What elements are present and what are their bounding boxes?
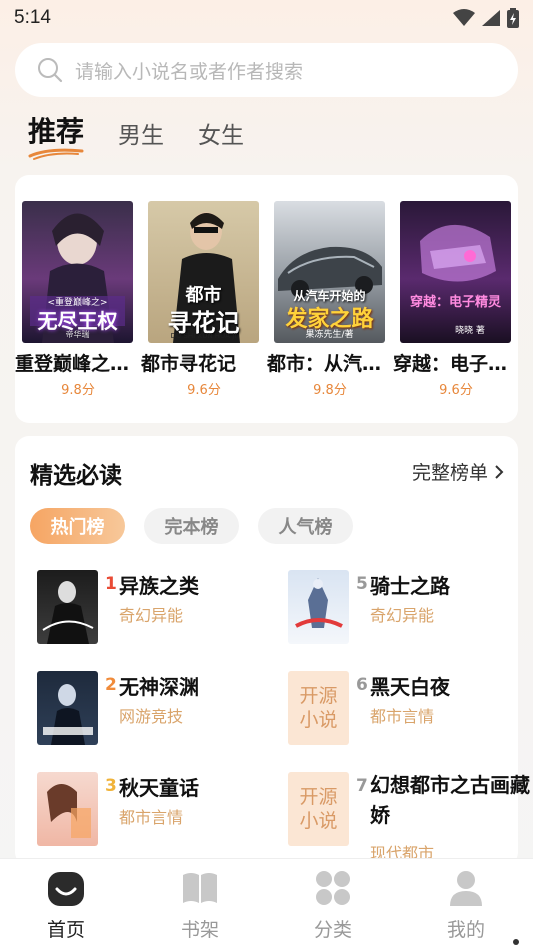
- wifi-icon: [453, 9, 475, 26]
- rank-item[interactable]: 1 异族之类 奇幻异能: [37, 570, 277, 650]
- profile-icon: [450, 871, 482, 906]
- rank-category: 网游竞技: [119, 707, 184, 726]
- rank-title: 黑天白夜: [370, 675, 450, 699]
- status-time: 5:14: [14, 7, 51, 28]
- rank-cover: [288, 570, 349, 644]
- book-cover: 从汽车开始的 发家之路 果冻先生/著: [274, 201, 385, 343]
- pill-completed[interactable]: 完本榜: [144, 508, 239, 544]
- rank-title: 无神深渊: [119, 675, 199, 699]
- tab-recommend[interactable]: 推荐: [28, 110, 84, 150]
- home-icon: [48, 872, 84, 906]
- cover-pinyin: DU SHI XUN HUA JI: [170, 332, 237, 340]
- tab-active-underline: [28, 148, 84, 160]
- book-item[interactable]: 穿越：电子精灵 晓晓 著 穿越：电子… 9.6分: [393, 201, 519, 398]
- section-title: 精选必读: [30, 463, 122, 489]
- pill-hot[interactable]: 热门榜: [30, 508, 125, 544]
- category-icon: [316, 871, 350, 905]
- search-icon: [38, 58, 63, 83]
- cover-author: 帝华瑞: [65, 330, 90, 339]
- book-score: 9.8分: [61, 383, 95, 398]
- rank-title: 幻想都市之古画藏娇: [370, 773, 530, 827]
- rank-category: 奇幻异能: [370, 606, 435, 625]
- search-bar[interactable]: 请输入小说名或者作者搜索: [15, 43, 518, 97]
- bookshelf-icon: [183, 873, 217, 903]
- rank-cover: 开源 小说: [288, 772, 349, 846]
- book-cover: 穿越：电子精灵 晓晓 著: [400, 201, 511, 343]
- rank-cover: [37, 671, 98, 745]
- chevron-right-icon: [495, 464, 504, 479]
- rank-item[interactable]: 开源 小说 7 幻想都市之古画藏娇 现代都市: [288, 772, 530, 863]
- battery-icon: [507, 8, 519, 28]
- nav-home-label: 首页: [46, 919, 85, 941]
- search-input[interactable]: 请输入小说名或者作者搜索: [75, 57, 303, 84]
- full-ranking-label: 完整榜单: [411, 462, 488, 484]
- book-score: 9.6分: [187, 383, 221, 398]
- rank-title: 骑士之路: [370, 574, 450, 598]
- bottom-nav: 首页 书架 分类 我的: [0, 858, 533, 948]
- book-item[interactable]: 都市 寻花记 DU SHI XUN HUA JI 都市寻花记 9.6分: [141, 201, 267, 398]
- rank-title: 秋天童话: [119, 776, 199, 800]
- rank-number: 2: [105, 675, 117, 695]
- rank-category: 都市言情: [370, 707, 435, 726]
- cover-title: 穿越：电子精灵: [409, 295, 501, 310]
- rank-category: 都市言情: [119, 808, 184, 827]
- rank-cover: [37, 772, 98, 846]
- status-bar: 5:14: [0, 0, 533, 36]
- rank-number: 6: [356, 675, 368, 695]
- rank-item[interactable]: 开源 小说 6 黑天白夜 都市言情: [288, 671, 528, 751]
- nav-home[interactable]: 首页: [26, 869, 106, 942]
- nav-profile[interactable]: 我的: [426, 869, 506, 942]
- book-cover: 都市 寻花记 DU SHI XUN HUA JI: [148, 201, 259, 343]
- book-title: 都市寻花记: [141, 353, 237, 375]
- book-title: 穿越：电子…: [393, 353, 508, 375]
- nav-profile-label: 我的: [446, 919, 485, 941]
- book-title: 都市：从汽…: [267, 353, 382, 375]
- rank-cover: [37, 570, 98, 644]
- book-item[interactable]: <重登巅峰之> 无尽王权 帝华瑞 重登巅峰之… 9.8分: [15, 201, 141, 398]
- book-score: 9.6分: [439, 383, 473, 398]
- cover-author: 晓晓 著: [455, 326, 485, 336]
- selected-card: 精选必读 完整榜单 热门榜 完本榜 人气榜 1 异族之类 奇幻异能 2 无神深渊…: [15, 436, 530, 866]
- tab-female[interactable]: 女生: [198, 116, 244, 150]
- rank-item[interactable]: 5 骑士之路 奇幻异能: [288, 570, 528, 650]
- pill-popular[interactable]: 人气榜: [258, 508, 353, 544]
- tab-male[interactable]: 男生: [118, 116, 164, 150]
- rank-number: 1: [105, 574, 117, 594]
- full-ranking-link[interactable]: 完整榜单: [412, 458, 504, 485]
- cover-author: 果冻先生/著: [305, 330, 354, 340]
- status-icons: [453, 8, 519, 28]
- rank-title: 异族之类: [119, 574, 199, 598]
- gesture-indicator: [513, 939, 519, 945]
- nav-bookshelf-label: 书架: [180, 919, 219, 941]
- recommend-card: <重登巅峰之> 无尽王权 帝华瑞 重登巅峰之… 9.8分 都市 寻花记 DU S…: [15, 175, 518, 423]
- placeholder-cover-text: 开源 小说: [288, 772, 349, 846]
- rank-number: 3: [105, 776, 117, 796]
- nav-bookshelf[interactable]: 书架: [160, 869, 240, 942]
- placeholder-cover-text: 开源 小说: [288, 671, 349, 745]
- rank-number: 7: [356, 776, 368, 796]
- rank-category: 奇幻异能: [119, 606, 184, 625]
- nav-category[interactable]: 分类: [293, 869, 373, 942]
- cover-art: [420, 224, 496, 282]
- book-title: 重登巅峰之…: [15, 353, 130, 375]
- rank-item[interactable]: 2 无神深渊 网游竞技: [37, 671, 277, 751]
- book-score: 9.8分: [313, 383, 347, 398]
- rank-number: 5: [356, 574, 368, 594]
- rank-cover: 开源 小说: [288, 671, 349, 745]
- nav-category-label: 分类: [313, 919, 352, 941]
- book-item[interactable]: 从汽车开始的 发家之路 果冻先生/著 都市：从汽… 9.8分: [267, 201, 393, 398]
- rank-item[interactable]: 3 秋天童话 都市言情: [37, 772, 277, 852]
- signal-icon: [482, 10, 500, 26]
- book-cover: <重登巅峰之> 无尽王权 帝华瑞: [22, 201, 133, 343]
